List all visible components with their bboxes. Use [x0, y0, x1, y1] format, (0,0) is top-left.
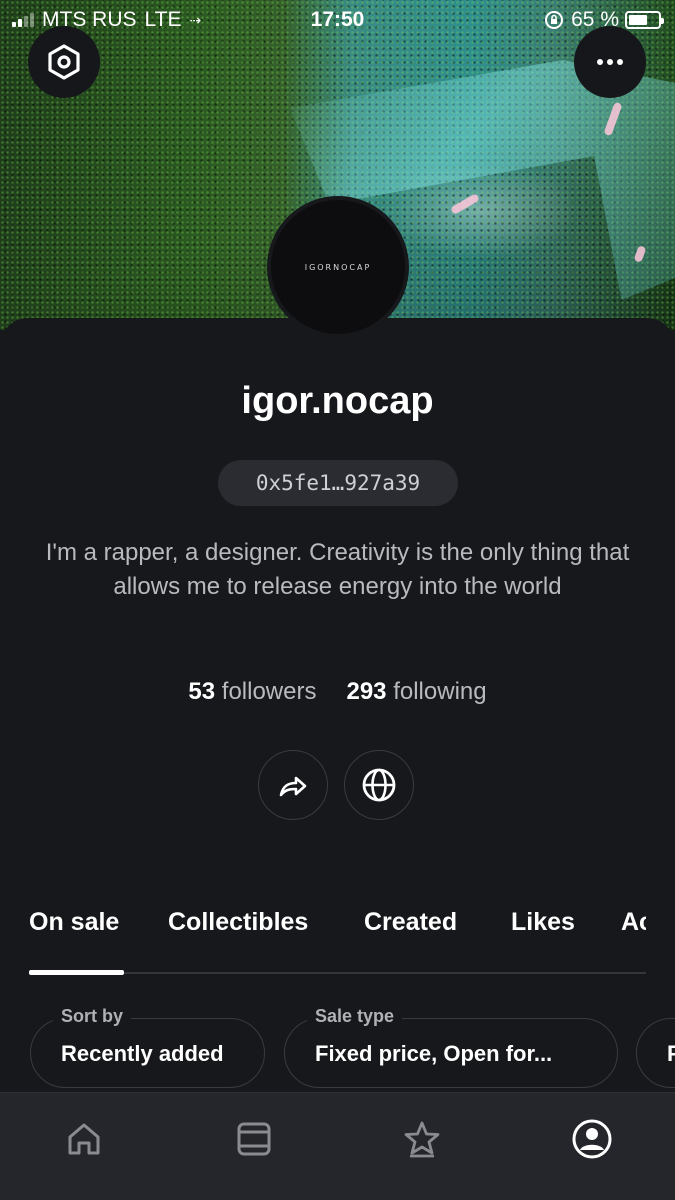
nav-favorites[interactable] — [398, 1115, 446, 1163]
star-icon — [404, 1121, 440, 1158]
avatar-logo-text: IGORNOCAP — [304, 262, 372, 272]
sale-type-select[interactable]: Sale type Fixed price, Open for... — [284, 1006, 618, 1088]
status-bar: MTS RUS LTE ⇢ 17:50 65 % — [0, 0, 675, 40]
sale-type-label: Sale type — [307, 1006, 403, 1027]
settings-hex-icon — [48, 44, 80, 80]
tab-activity[interactable]: Ac — [621, 908, 646, 937]
profile-icon — [572, 1119, 612, 1159]
settings-button[interactable] — [28, 26, 100, 98]
website-button[interactable] — [344, 750, 414, 820]
profile-tabs: On sale Collectibles Created Likes Ac — [29, 902, 646, 974]
follow-stats: 53 followers 293 following — [0, 678, 675, 706]
tab-collectibles[interactable]: Collectibles — [168, 908, 308, 937]
more-options-button[interactable] — [574, 26, 646, 98]
tab-on-sale[interactable]: On sale — [29, 908, 119, 937]
battery-icon — [625, 11, 664, 29]
globe-icon — [362, 768, 396, 802]
gallery-icon — [237, 1122, 271, 1156]
rotation-lock-icon — [545, 11, 564, 29]
followers-stat[interactable]: 53 followers — [188, 678, 316, 706]
username: igor.nocap — [241, 380, 434, 422]
sort-by-label: Sort by — [53, 1006, 132, 1027]
tab-likes[interactable]: Likes — [511, 908, 575, 937]
nav-profile[interactable] — [568, 1115, 616, 1163]
tab-created[interactable]: Created — [364, 908, 457, 937]
share-button[interactable] — [258, 750, 328, 820]
following-count: 293 — [346, 678, 387, 705]
followers-count: 53 — [188, 678, 216, 705]
profile-actions — [258, 750, 414, 820]
bottom-navigation — [0, 1092, 675, 1200]
sort-by-value: Recently added — [61, 1041, 224, 1066]
profile-sheet — [0, 318, 675, 1108]
active-tab-indicator — [29, 970, 124, 975]
wallet-address: 0x5fe1…927a39 — [255, 471, 421, 495]
avatar[interactable]: IGORNOCAP — [267, 196, 409, 338]
more-dots-icon — [597, 59, 623, 65]
nav-gallery[interactable] — [230, 1115, 278, 1163]
followers-label: followers — [221, 678, 317, 705]
wallet-address-pill[interactable]: 0x5fe1…927a39 — [218, 460, 458, 506]
following-stat[interactable]: 293 following — [346, 678, 486, 706]
share-arrow-icon — [279, 776, 307, 797]
nav-home[interactable] — [60, 1115, 108, 1163]
following-label: following — [393, 678, 487, 705]
screen: MTS RUS LTE ⇢ 17:50 65 % IGORNOCAP igor.… — [0, 0, 675, 1200]
sort-by-select[interactable]: Sort by Recently added — [30, 1006, 265, 1088]
home-icon — [68, 1123, 100, 1155]
profile-bio: I'm a rapper, a designer. Creativity is … — [45, 539, 630, 600]
sale-type-value: Fixed price, Open for... — [315, 1041, 553, 1066]
additional-filter-value: F — [667, 1041, 675, 1066]
